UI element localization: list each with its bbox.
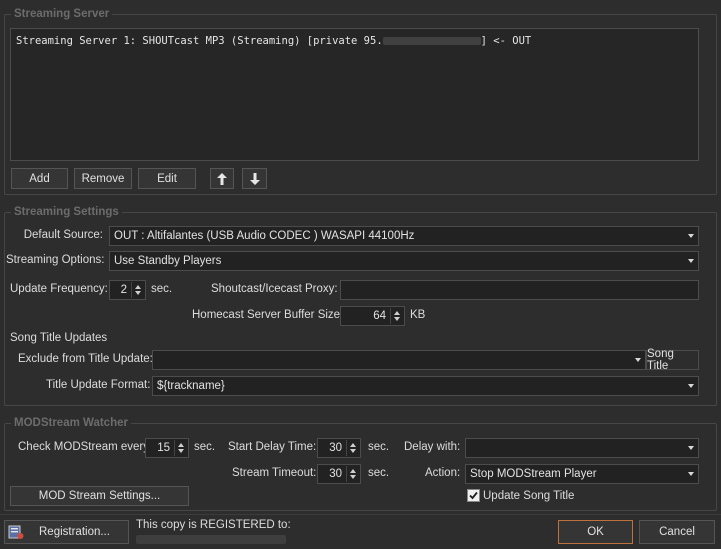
redacted-ip [382, 37, 481, 45]
arrow-up-icon [217, 172, 227, 185]
streaming-server-title: Streaming Server [11, 7, 113, 21]
mod-stream-settings-button[interactable]: MOD Stream Settings... [10, 486, 189, 506]
chevron-down-icon [688, 472, 694, 476]
update-song-title-checkbox[interactable] [467, 489, 480, 502]
remove-button[interactable]: Remove [74, 168, 132, 189]
stream-timeout-value: 30 [329, 468, 342, 480]
stream-timeout-unit: sec. [368, 467, 390, 479]
default-source-select[interactable]: OUT : Altifalantes (USB Audio CODEC ) WA… [109, 226, 699, 246]
streaming-options-value: Use Standby Players [114, 255, 222, 267]
add-button[interactable]: Add [11, 168, 68, 189]
move-down-button[interactable] [242, 168, 267, 189]
edit-button[interactable]: Edit [138, 168, 196, 189]
streaming-settings-dialog: { "streaming_server": { "title": "Stream… [0, 0, 721, 549]
buffer-size-stepper[interactable]: 64 [340, 306, 405, 326]
cancel-button[interactable]: Cancel [639, 520, 715, 544]
start-delay-label: Start Delay Time: [228, 441, 317, 453]
footer-divider [0, 514, 721, 515]
check-modstream-unit: sec. [194, 441, 216, 453]
server-line-prefix: Streaming Server 1: SHOUTcast MP3 (Strea… [16, 35, 383, 47]
spin-up-icon [178, 443, 184, 447]
stream-timeout-stepper[interactable]: 30 [317, 464, 361, 484]
spin-up-icon [135, 285, 141, 289]
spin-down-icon [135, 291, 141, 295]
spin-down-icon [394, 317, 400, 321]
spin-buttons[interactable] [174, 440, 187, 456]
stream-timeout-label: Stream Timeout: [232, 467, 317, 479]
exclude-title-label: Exclude from Title Update: [18, 353, 153, 365]
move-up-button[interactable] [210, 168, 234, 189]
update-frequency-label: Update Frequency: [10, 283, 108, 295]
start-delay-value: 30 [329, 442, 342, 454]
check-modstream-stepper[interactable]: 15 [145, 438, 189, 458]
proxy-label: Shoutcast/Icecast Proxy: [211, 283, 338, 295]
spin-buttons[interactable] [390, 308, 403, 324]
buffer-size-value: 64 [373, 310, 386, 322]
chevron-down-icon [635, 358, 641, 362]
registration-label: Registration... [39, 526, 110, 538]
chevron-down-icon [688, 446, 694, 450]
check-modstream-label: Check MODStream every: [18, 441, 153, 453]
spin-buttons[interactable] [131, 282, 144, 298]
spin-down-icon [350, 449, 356, 453]
redacted-owner [136, 535, 286, 544]
action-value: Stop MODStream Player [470, 468, 597, 480]
spin-buttons[interactable] [346, 440, 359, 456]
start-delay-unit: sec. [368, 441, 390, 453]
chevron-down-icon [688, 384, 694, 388]
spin-up-icon [394, 311, 400, 315]
spin-down-icon [178, 449, 184, 453]
action-select[interactable]: Stop MODStream Player [465, 464, 699, 484]
chevron-down-icon [688, 259, 694, 263]
title-format-label: Title Update Format: [46, 379, 151, 391]
update-frequency-stepper[interactable]: 2 [109, 280, 146, 300]
song-title-button[interactable]: Song Title [646, 348, 699, 372]
exclude-title-select[interactable] [152, 350, 646, 370]
delay-with-label: Delay with: [404, 441, 461, 453]
streaming-options-label: Streaming Options: [6, 254, 105, 266]
registration-button[interactable]: Registration... [4, 520, 129, 544]
update-frequency-value: 2 [120, 284, 127, 296]
arrow-down-icon [249, 172, 260, 185]
registered-text: This copy is REGISTERED to: [136, 519, 291, 531]
song-title-updates-label: Song Title Updates [10, 332, 108, 344]
streaming-server-list[interactable]: Streaming Server 1: SHOUTcast MP3 (Strea… [10, 28, 699, 161]
title-format-select[interactable]: ${trackname} [152, 376, 699, 396]
update-song-title-label: Update Song Title [483, 490, 575, 502]
spin-up-icon [350, 469, 356, 473]
spin-up-icon [350, 443, 356, 447]
streaming-settings-title: Streaming Settings [11, 205, 122, 219]
start-delay-stepper[interactable]: 30 [317, 438, 361, 458]
check-modstream-value: 15 [157, 442, 170, 454]
checkmark-icon [469, 491, 478, 500]
default-source-value: OUT : Altifalantes (USB Audio CODEC ) WA… [114, 230, 415, 242]
server-line-suffix: ] <- OUT [480, 35, 532, 47]
default-source-label: Default Source: [23, 229, 103, 241]
spin-buttons[interactable] [346, 466, 359, 482]
registered-owner-redacted [136, 534, 296, 546]
chevron-down-icon [688, 234, 694, 238]
streaming-options-select[interactable]: Use Standby Players [109, 251, 699, 271]
list-item[interactable]: Streaming Server 1: SHOUTcast MP3 (Strea… [16, 35, 531, 47]
title-format-value: ${trackname} [157, 380, 225, 392]
ok-button[interactable]: OK [558, 520, 633, 544]
proxy-input[interactable] [340, 280, 699, 300]
delay-with-select[interactable] [465, 438, 699, 458]
buffer-size-label: Homecast Server Buffer Size: [192, 309, 344, 321]
registration-icon [8, 525, 24, 539]
modstream-watcher-title: MODStream Watcher [11, 416, 131, 430]
action-label: Action: [425, 467, 461, 479]
buffer-size-unit: KB [410, 309, 426, 321]
update-frequency-unit: sec. [151, 283, 173, 295]
spin-down-icon [350, 475, 356, 479]
